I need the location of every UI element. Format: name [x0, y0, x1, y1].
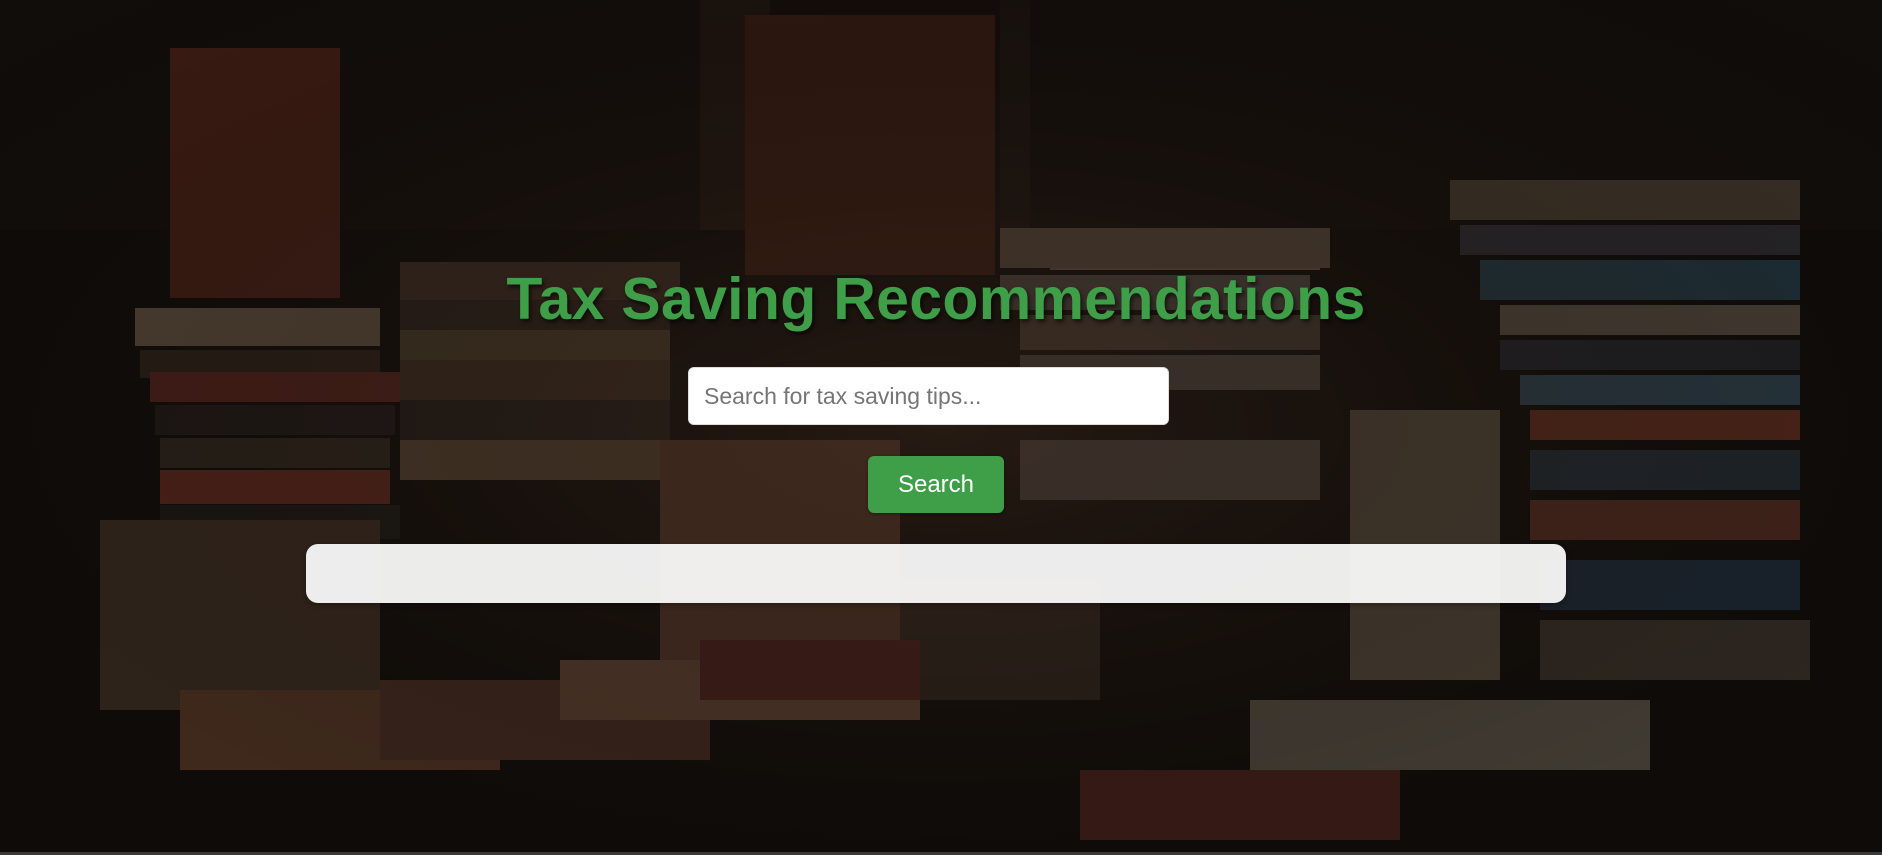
- page: Tax Saving Recommendations Search: [0, 0, 1882, 855]
- results-panel: [306, 544, 1566, 603]
- main-content: Tax Saving Recommendations Search: [0, 0, 1882, 855]
- page-title: Tax Saving Recommendations: [506, 266, 1366, 332]
- search-input[interactable]: [688, 367, 1169, 425]
- search-button[interactable]: Search: [868, 456, 1004, 513]
